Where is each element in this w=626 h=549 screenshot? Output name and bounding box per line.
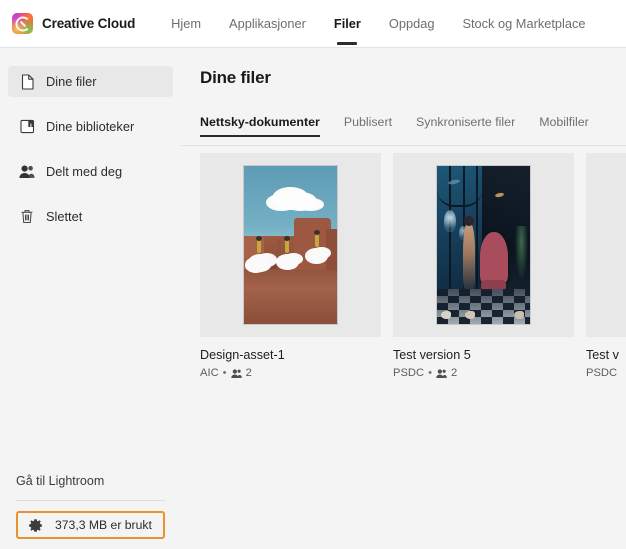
gear-icon — [28, 518, 43, 533]
shoe-shape — [464, 311, 476, 320]
file-format: AIC — [200, 367, 219, 379]
armchair-shape — [479, 232, 508, 291]
window-arch — [437, 166, 482, 208]
storage-usage-label: 373,3 MB er brukt — [55, 518, 152, 532]
file-thumbnail-frame[interactable] — [393, 153, 574, 337]
underwater-room-thumbnail — [436, 165, 531, 325]
people-icon — [436, 368, 447, 379]
plant-shape — [515, 226, 529, 280]
sidebar-item-label: Dine biblioteker — [46, 119, 135, 134]
file-thumbnail-frame[interactable] — [200, 153, 381, 337]
meta-separator: • — [222, 367, 227, 379]
meta-separator: • — [428, 367, 433, 379]
main-navigation: Hjem Applikasjoner Filer Oppdag Stock og… — [157, 0, 599, 48]
figure-shape — [463, 215, 476, 290]
document-icon — [19, 73, 35, 90]
file-meta: AIC • 2 — [200, 367, 381, 379]
brand-name: Creative Cloud — [42, 16, 136, 31]
mesa-shape — [325, 229, 337, 271]
jellyfish-shape — [443, 210, 456, 233]
app-header: Creative Cloud Hjem Applikasjoner Filer … — [0, 0, 626, 48]
file-tabs: Nettsky-dokumenter Publisert Synkroniser… — [200, 108, 626, 137]
lightroom-link[interactable]: Gå til Lightroom — [16, 474, 165, 500]
nav-item-stock-marketplace[interactable]: Stock og Marketplace — [448, 0, 599, 48]
collaborator-count: 2 — [245, 367, 252, 379]
collaborator-count: 2 — [451, 367, 458, 379]
tab-publisert[interactable]: Publisert — [344, 115, 392, 137]
sidebar-item-label: Delt med deg — [46, 164, 123, 179]
sidebar-item-slettet[interactable]: Slettet — [8, 201, 173, 232]
sidebar-item-dine-filer[interactable]: Dine filer — [8, 66, 173, 97]
sidebar-item-delt-med-deg[interactable]: Delt med deg — [8, 156, 173, 187]
figure-shape — [283, 236, 290, 254]
cloud-puff — [305, 248, 328, 264]
tab-mobilfiler[interactable]: Mobilfiler — [539, 115, 589, 137]
nav-item-hjem[interactable]: Hjem — [157, 0, 215, 48]
creative-cloud-files-page: Creative Cloud Hjem Applikasjoner Filer … — [0, 0, 626, 549]
brand[interactable]: Creative Cloud — [12, 13, 135, 34]
file-title: Test v — [586, 348, 619, 362]
tab-synkroniserte-filer[interactable]: Synkroniserte filer — [416, 115, 515, 137]
creative-cloud-logo-icon — [12, 13, 33, 34]
library-icon — [19, 119, 35, 135]
cloud-shape — [271, 186, 310, 211]
file-card[interactable]: Test version 5 PSDC • 2 — [393, 153, 574, 379]
file-grid: Design-asset-1 AIC • 2 Test version 5 PS… — [181, 137, 626, 379]
file-card[interactable]: Test v PSDC — [586, 153, 626, 379]
shoe-shape — [440, 311, 451, 320]
main-content: Dine filer Nettsky-dokumenter Publisert … — [181, 48, 626, 549]
sidebar-item-label: Dine filer — [46, 74, 97, 89]
file-meta: PSDC — [586, 367, 626, 379]
sidebar-footer: Gå til Lightroom 373,3 MB er brukt — [0, 474, 181, 549]
trash-icon — [19, 209, 35, 225]
file-format: PSDC — [586, 367, 618, 379]
nav-item-oppdag[interactable]: Oppdag — [375, 0, 449, 48]
people-icon — [19, 164, 35, 180]
footer-divider — [16, 500, 165, 501]
nav-item-applikasjoner[interactable]: Applikasjoner — [215, 0, 320, 48]
page-title: Dine filer — [200, 68, 271, 87]
file-title: Design-asset-1 — [200, 348, 285, 362]
checkered-floor — [437, 289, 530, 324]
figure-shape — [256, 236, 263, 254]
sidebar: Dine filer Dine biblioteker Delt med deg… — [0, 48, 181, 549]
nav-item-filer[interactable]: Filer — [320, 0, 375, 48]
tab-nettsky-dokumenter[interactable]: Nettsky-dokumenter — [200, 115, 320, 137]
file-title: Test version 5 — [393, 348, 471, 362]
tabs-bottom-border — [181, 145, 626, 146]
file-meta: PSDC • 2 — [393, 367, 574, 379]
sidebar-item-label: Slettet — [46, 209, 83, 224]
storage-usage-button[interactable]: 373,3 MB er brukt — [16, 511, 165, 539]
cloud-puff — [247, 254, 272, 272]
people-icon — [230, 368, 242, 379]
file-format: PSDC — [393, 367, 425, 379]
desert-canyon-thumbnail — [243, 165, 338, 325]
file-thumbnail-frame[interactable] — [586, 153, 626, 337]
sidebar-item-dine-biblioteker[interactable]: Dine biblioteker — [8, 111, 173, 142]
figure-shape — [313, 229, 320, 247]
file-card[interactable]: Design-asset-1 AIC • 2 — [200, 153, 381, 379]
